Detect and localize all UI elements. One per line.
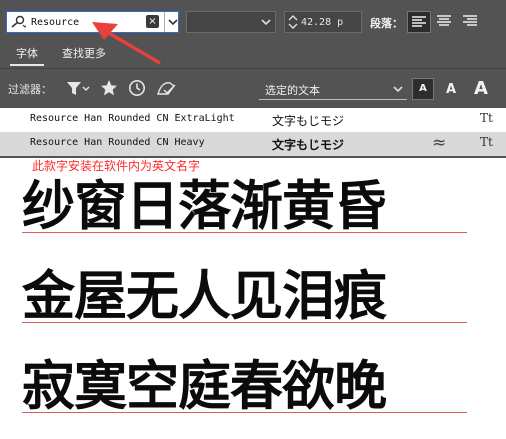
font-name: Resource Han Rounded CN Heavy (30, 137, 205, 148)
chevron-down-icon (393, 86, 403, 93)
align-right-icon (463, 15, 477, 26)
font-name: Resource Han Rounded CN ExtraLight (30, 113, 235, 124)
font-sample: 文字もじモジ (272, 114, 345, 128)
preview-size-small-button[interactable]: A (412, 78, 434, 100)
annotation-note: 此款字安装在软件内为英文名字 (32, 159, 201, 173)
preview-text-select[interactable]: 选定的文本 (259, 79, 407, 100)
similar-fonts-icon[interactable] (156, 80, 178, 98)
font-style-select[interactable] (186, 11, 276, 33)
align-center-icon (437, 15, 451, 26)
text-line-1: 纱窗日落渐黄昏 (22, 176, 387, 237)
clear-search-button[interactable]: × (146, 15, 159, 28)
clock-icon[interactable] (128, 79, 146, 97)
chevron-down-icon (168, 19, 178, 26)
font-list-item[interactable]: Resource Han Rounded CN ExtraLight 文字もじモ… (0, 108, 506, 132)
font-list-item-selected[interactable]: Resource Han Rounded CN Heavy 文字もじモジ ≈ T… (0, 132, 506, 156)
filter-icon[interactable] (66, 80, 90, 98)
tab-fonts[interactable]: 字体 (10, 44, 44, 66)
baseline-guide (22, 412, 467, 413)
baseline-guide (22, 322, 467, 323)
font-list-dropdown-button[interactable] (164, 12, 181, 32)
panel-tabs: 字体 查找更多 (0, 38, 506, 69)
search-icon (11, 15, 26, 28)
preview-size-medium-button[interactable]: A (440, 79, 462, 101)
font-size-input[interactable] (301, 15, 353, 29)
chevron-down-icon (261, 19, 271, 26)
character-panel: × 段落： (0, 0, 506, 158)
font-search-input[interactable] (31, 14, 141, 30)
star-icon[interactable] (100, 79, 118, 97)
paragraph-label: 段落： (370, 17, 403, 30)
similar-mark: ≈ (432, 133, 447, 153)
text-line-3: 寂寞空庭春欲晚 (22, 356, 387, 417)
tab-find-more[interactable]: 查找更多 (56, 44, 112, 64)
text-line-2: 金屋无人见泪痕 (22, 266, 387, 327)
align-left-button[interactable] (407, 11, 431, 33)
align-center-button[interactable] (433, 11, 457, 33)
preview-size-large-button[interactable]: A (468, 76, 494, 102)
font-sample: 文字もじモジ (272, 138, 345, 152)
font-toolbar: × 段落： (0, 0, 506, 38)
baseline-guide (22, 232, 467, 233)
font-search-box[interactable]: × (6, 11, 179, 33)
filter-label: 过滤器： (8, 83, 52, 96)
align-left-icon (412, 16, 426, 27)
size-stepper-icon[interactable] (288, 14, 298, 30)
font-size-field[interactable] (284, 11, 362, 33)
opentype-icon: Tt (480, 135, 493, 149)
align-right-button[interactable] (459, 11, 483, 33)
preview-text-value: 选定的文本 (265, 84, 320, 97)
opentype-icon: Tt (480, 111, 493, 125)
